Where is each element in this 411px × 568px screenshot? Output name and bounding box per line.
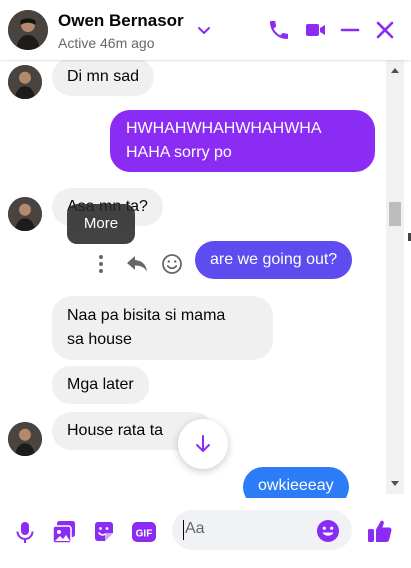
incoming-message[interactable]: Di mn sad [52, 60, 155, 96]
more-options-icon[interactable] [88, 251, 114, 277]
avatar[interactable] [8, 422, 42, 456]
avatar[interactable] [8, 197, 42, 231]
message-input-placeholder: Aa [185, 520, 205, 537]
emoji-icon[interactable] [316, 519, 340, 543]
scroll-up-arrow-icon[interactable] [391, 68, 399, 73]
active-status: Active 46m ago [58, 35, 155, 51]
avatar[interactable] [8, 10, 48, 50]
outgoing-message[interactable]: owkieeeay [243, 467, 349, 498]
scrollbar-thumb[interactable] [389, 202, 401, 226]
message-line: Naa pa bisita si mama [67, 307, 226, 324]
phone-icon[interactable] [267, 18, 291, 42]
chevron-down-icon[interactable] [194, 20, 214, 40]
reply-icon[interactable] [124, 251, 150, 277]
avatar[interactable] [8, 65, 42, 99]
outgoing-message[interactable]: HWHAHWHAHWHAHWHA HAHA sorry po [110, 110, 375, 172]
message-line: HWHAHWHAHWHAHWHA [126, 120, 322, 137]
composer: GIF Aa [0, 498, 411, 568]
message-line: sa house [67, 331, 132, 348]
arrow-down-icon [196, 435, 210, 452]
scroll-to-bottom-button[interactable] [178, 419, 228, 469]
svg-text:GIF: GIF [136, 529, 153, 540]
scrollbar[interactable] [386, 60, 404, 494]
chat-window: Owen Bernasor Active 46m ago Di mn sad H… [0, 0, 411, 568]
sticker-icon[interactable] [91, 519, 117, 545]
chat-header: Owen Bernasor Active 46m ago [0, 0, 411, 60]
microphone-icon[interactable] [12, 519, 38, 545]
scroll-down-arrow-icon[interactable] [391, 481, 399, 486]
message-line: HAHA sorry po [126, 144, 232, 161]
incoming-message[interactable]: Naa pa bisita si mama sa house [52, 296, 273, 360]
gif-icon[interactable]: GIF [131, 519, 157, 545]
image-icon[interactable] [51, 519, 77, 545]
text-caret [183, 520, 184, 540]
contact-name[interactable]: Owen Bernasor [58, 11, 184, 31]
minimize-icon[interactable] [338, 18, 362, 42]
incoming-message[interactable]: Mga later [52, 366, 149, 404]
react-emoji-icon[interactable] [159, 251, 185, 277]
more-tooltip: More [67, 204, 135, 244]
close-icon[interactable] [373, 18, 397, 42]
outgoing-message[interactable]: are we going out? [195, 241, 353, 279]
video-icon[interactable] [304, 18, 328, 42]
thumbs-up-icon[interactable] [366, 517, 394, 545]
